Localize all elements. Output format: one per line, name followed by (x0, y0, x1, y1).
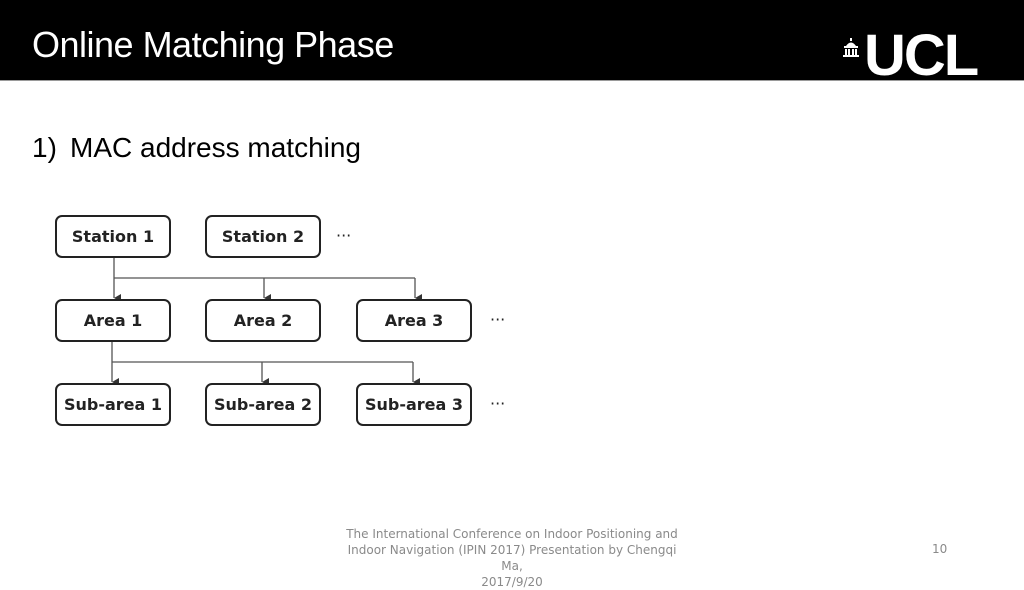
diagram-connectors (111, 258, 422, 386)
node-subarea-3: Sub-area 3 (356, 383, 472, 426)
areas-ellipsis: ··· (490, 310, 506, 329)
footer-line-3: 2017/9/20 (481, 575, 543, 589)
node-subarea-2: Sub-area 2 (205, 383, 321, 426)
node-area-3: Area 3 (356, 299, 472, 342)
node-area-2: Area 2 (205, 299, 321, 342)
footer-line-1: The International Conference on Indoor P… (346, 527, 678, 541)
edges-station1-to-areas (113, 258, 422, 302)
subareas-ellipsis: ··· (490, 394, 506, 413)
footer-citation: The International Conference on Indoor P… (340, 526, 684, 590)
stations-ellipsis: ··· (336, 226, 352, 245)
edges-area1-to-subareas (111, 342, 420, 386)
node-area-1: Area 1 (55, 299, 171, 342)
node-subarea-1: Sub-area 1 (55, 383, 171, 426)
node-station-2: Station 2 (205, 215, 321, 258)
footer-line-2: Indoor Navigation (IPIN 2017) Presentati… (347, 543, 677, 573)
node-station-1: Station 1 (55, 215, 171, 258)
page-number: 10 (932, 542, 948, 556)
